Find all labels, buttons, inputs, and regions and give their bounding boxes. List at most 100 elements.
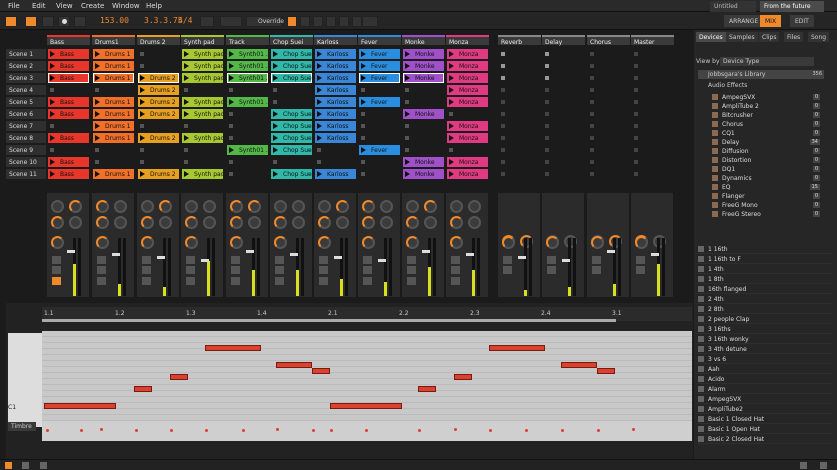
- snap-button[interactable]: [362, 16, 378, 27]
- empty-slot[interactable]: [229, 136, 233, 140]
- clip-slot[interactable]: Monza: [447, 61, 488, 71]
- empty-slot[interactable]: [545, 100, 549, 104]
- empty-slot[interactable]: [590, 160, 594, 164]
- preset-item[interactable]: Alarm: [697, 385, 833, 394]
- volume-fader[interactable]: [334, 256, 342, 259]
- clip-slot[interactable]: Fever: [359, 97, 400, 107]
- empty-slot[interactable]: [405, 88, 409, 92]
- mute-button[interactable]: [231, 256, 240, 264]
- empty-slot[interactable]: [634, 112, 638, 116]
- pan-knob[interactable]: [141, 216, 154, 229]
- midi-note[interactable]: [312, 368, 330, 374]
- pan-knob[interactable]: [230, 236, 243, 249]
- send-knob[interactable]: [380, 200, 393, 213]
- empty-slot[interactable]: [501, 148, 505, 152]
- tab-samples[interactable]: Samples: [726, 32, 758, 42]
- send-knob[interactable]: [69, 200, 82, 213]
- clip-slot[interactable]: Monke: [403, 73, 444, 83]
- empty-slot[interactable]: [184, 88, 188, 92]
- scene-launch-button[interactable]: Scene 1: [6, 49, 46, 59]
- empty-slot[interactable]: [140, 160, 144, 164]
- pan-knob[interactable]: [185, 236, 198, 249]
- velocity-point[interactable]: [330, 429, 333, 432]
- pan-knob[interactable]: [502, 236, 515, 249]
- mute-button[interactable]: [636, 256, 645, 264]
- device-item[interactable]: FreeG Mono 0: [712, 201, 820, 210]
- send-knob[interactable]: [51, 200, 64, 213]
- velocity-point[interactable]: [205, 429, 208, 432]
- empty-slot[interactable]: [501, 64, 505, 68]
- device-item[interactable]: EQ 15: [712, 183, 820, 192]
- effect-track-header[interactable]: Chorus: [587, 35, 630, 46]
- velocity-point[interactable]: [525, 429, 528, 432]
- mute-button[interactable]: [319, 256, 328, 264]
- device-item[interactable]: Dynamics 0: [712, 174, 820, 183]
- midi-note[interactable]: [418, 386, 436, 392]
- preset-item[interactable]: 16th flanged: [697, 285, 833, 294]
- empty-slot[interactable]: [449, 112, 453, 116]
- empty-slot[interactable]: [140, 52, 144, 56]
- preset-item[interactable]: Basic 2 Closed Hat: [697, 435, 833, 444]
- empty-slot[interactable]: [361, 88, 365, 92]
- volume-fader[interactable]: [112, 253, 120, 256]
- send-knob[interactable]: [292, 200, 305, 213]
- pointer-tool-icon[interactable]: [287, 16, 297, 27]
- velocity-point[interactable]: [100, 428, 103, 431]
- solo-button[interactable]: [231, 266, 240, 274]
- velocity-point[interactable]: [276, 428, 279, 431]
- preset-item[interactable]: Basic 1 Open Hat: [697, 425, 833, 434]
- clip-slot[interactable]: Synth pad: [182, 73, 223, 83]
- preset-item[interactable]: Acido: [697, 375, 833, 384]
- empty-slot[interactable]: [140, 148, 144, 152]
- empty-slot[interactable]: [501, 112, 505, 116]
- empty-slot[interactable]: [184, 124, 188, 128]
- empty-slot[interactable]: [184, 148, 188, 152]
- send-knob[interactable]: [274, 200, 287, 213]
- menu-help[interactable]: Help: [146, 2, 162, 10]
- empty-slot[interactable]: [273, 160, 277, 164]
- volume-knob[interactable]: [292, 216, 305, 229]
- tab-song[interactable]: Song: [808, 32, 830, 42]
- tab-devices[interactable]: Devices: [696, 32, 726, 42]
- solo-button[interactable]: [407, 266, 416, 274]
- clip-slot[interactable]: Drums 1: [93, 49, 134, 59]
- view-by-select[interactable]: Device Type: [720, 57, 814, 66]
- timbre-selector[interactable]: Timbre: [8, 422, 36, 431]
- preset-item[interactable]: 3 vs 6: [697, 355, 833, 364]
- clip-slot[interactable]: Drums 1: [93, 73, 134, 83]
- empty-slot[interactable]: [229, 88, 233, 92]
- pan-knob[interactable]: [230, 216, 243, 229]
- menu-create[interactable]: Create: [81, 2, 104, 10]
- send-knob[interactable]: [203, 200, 216, 213]
- eraser-tool-icon[interactable]: [326, 16, 336, 27]
- record-arm-button[interactable]: [275, 277, 284, 285]
- device-item[interactable]: Flanger 0: [712, 192, 820, 201]
- empty-slot[interactable]: [545, 64, 549, 68]
- effect-track-header[interactable]: Master: [631, 35, 674, 46]
- solo-button[interactable]: [97, 266, 106, 274]
- pan-knob[interactable]: [450, 236, 463, 249]
- send-knob[interactable]: [159, 200, 172, 213]
- pan-knob[interactable]: [450, 216, 463, 229]
- clip-slot[interactable]: Chop Suei: [271, 169, 312, 179]
- midi-note[interactable]: [330, 403, 402, 409]
- menu-edit[interactable]: Edit: [32, 2, 46, 10]
- audition-tool-icon[interactable]: [352, 16, 362, 27]
- mute-button[interactable]: [407, 256, 416, 264]
- clip-slot[interactable]: Chop Suei: [271, 133, 312, 143]
- record-arm-button[interactable]: [451, 277, 460, 285]
- volume-fader[interactable]: [378, 259, 386, 262]
- clip-slot[interactable]: Drums 2: [138, 85, 179, 95]
- record-arm-button[interactable]: [363, 277, 372, 285]
- menu-file[interactable]: File: [8, 2, 20, 10]
- clip-slot[interactable]: Monza: [447, 49, 488, 59]
- empty-slot[interactable]: [317, 148, 321, 152]
- empty-slot[interactable]: [95, 148, 99, 152]
- velocity-point[interactable]: [454, 428, 457, 431]
- preset-item[interactable]: Aah: [697, 365, 833, 374]
- effect-track-header[interactable]: Reverb: [498, 35, 541, 46]
- send-knob[interactable]: [248, 200, 261, 213]
- device-item[interactable]: Delay 34: [712, 138, 820, 147]
- mute-button[interactable]: [186, 256, 195, 264]
- empty-slot[interactable]: [634, 76, 638, 80]
